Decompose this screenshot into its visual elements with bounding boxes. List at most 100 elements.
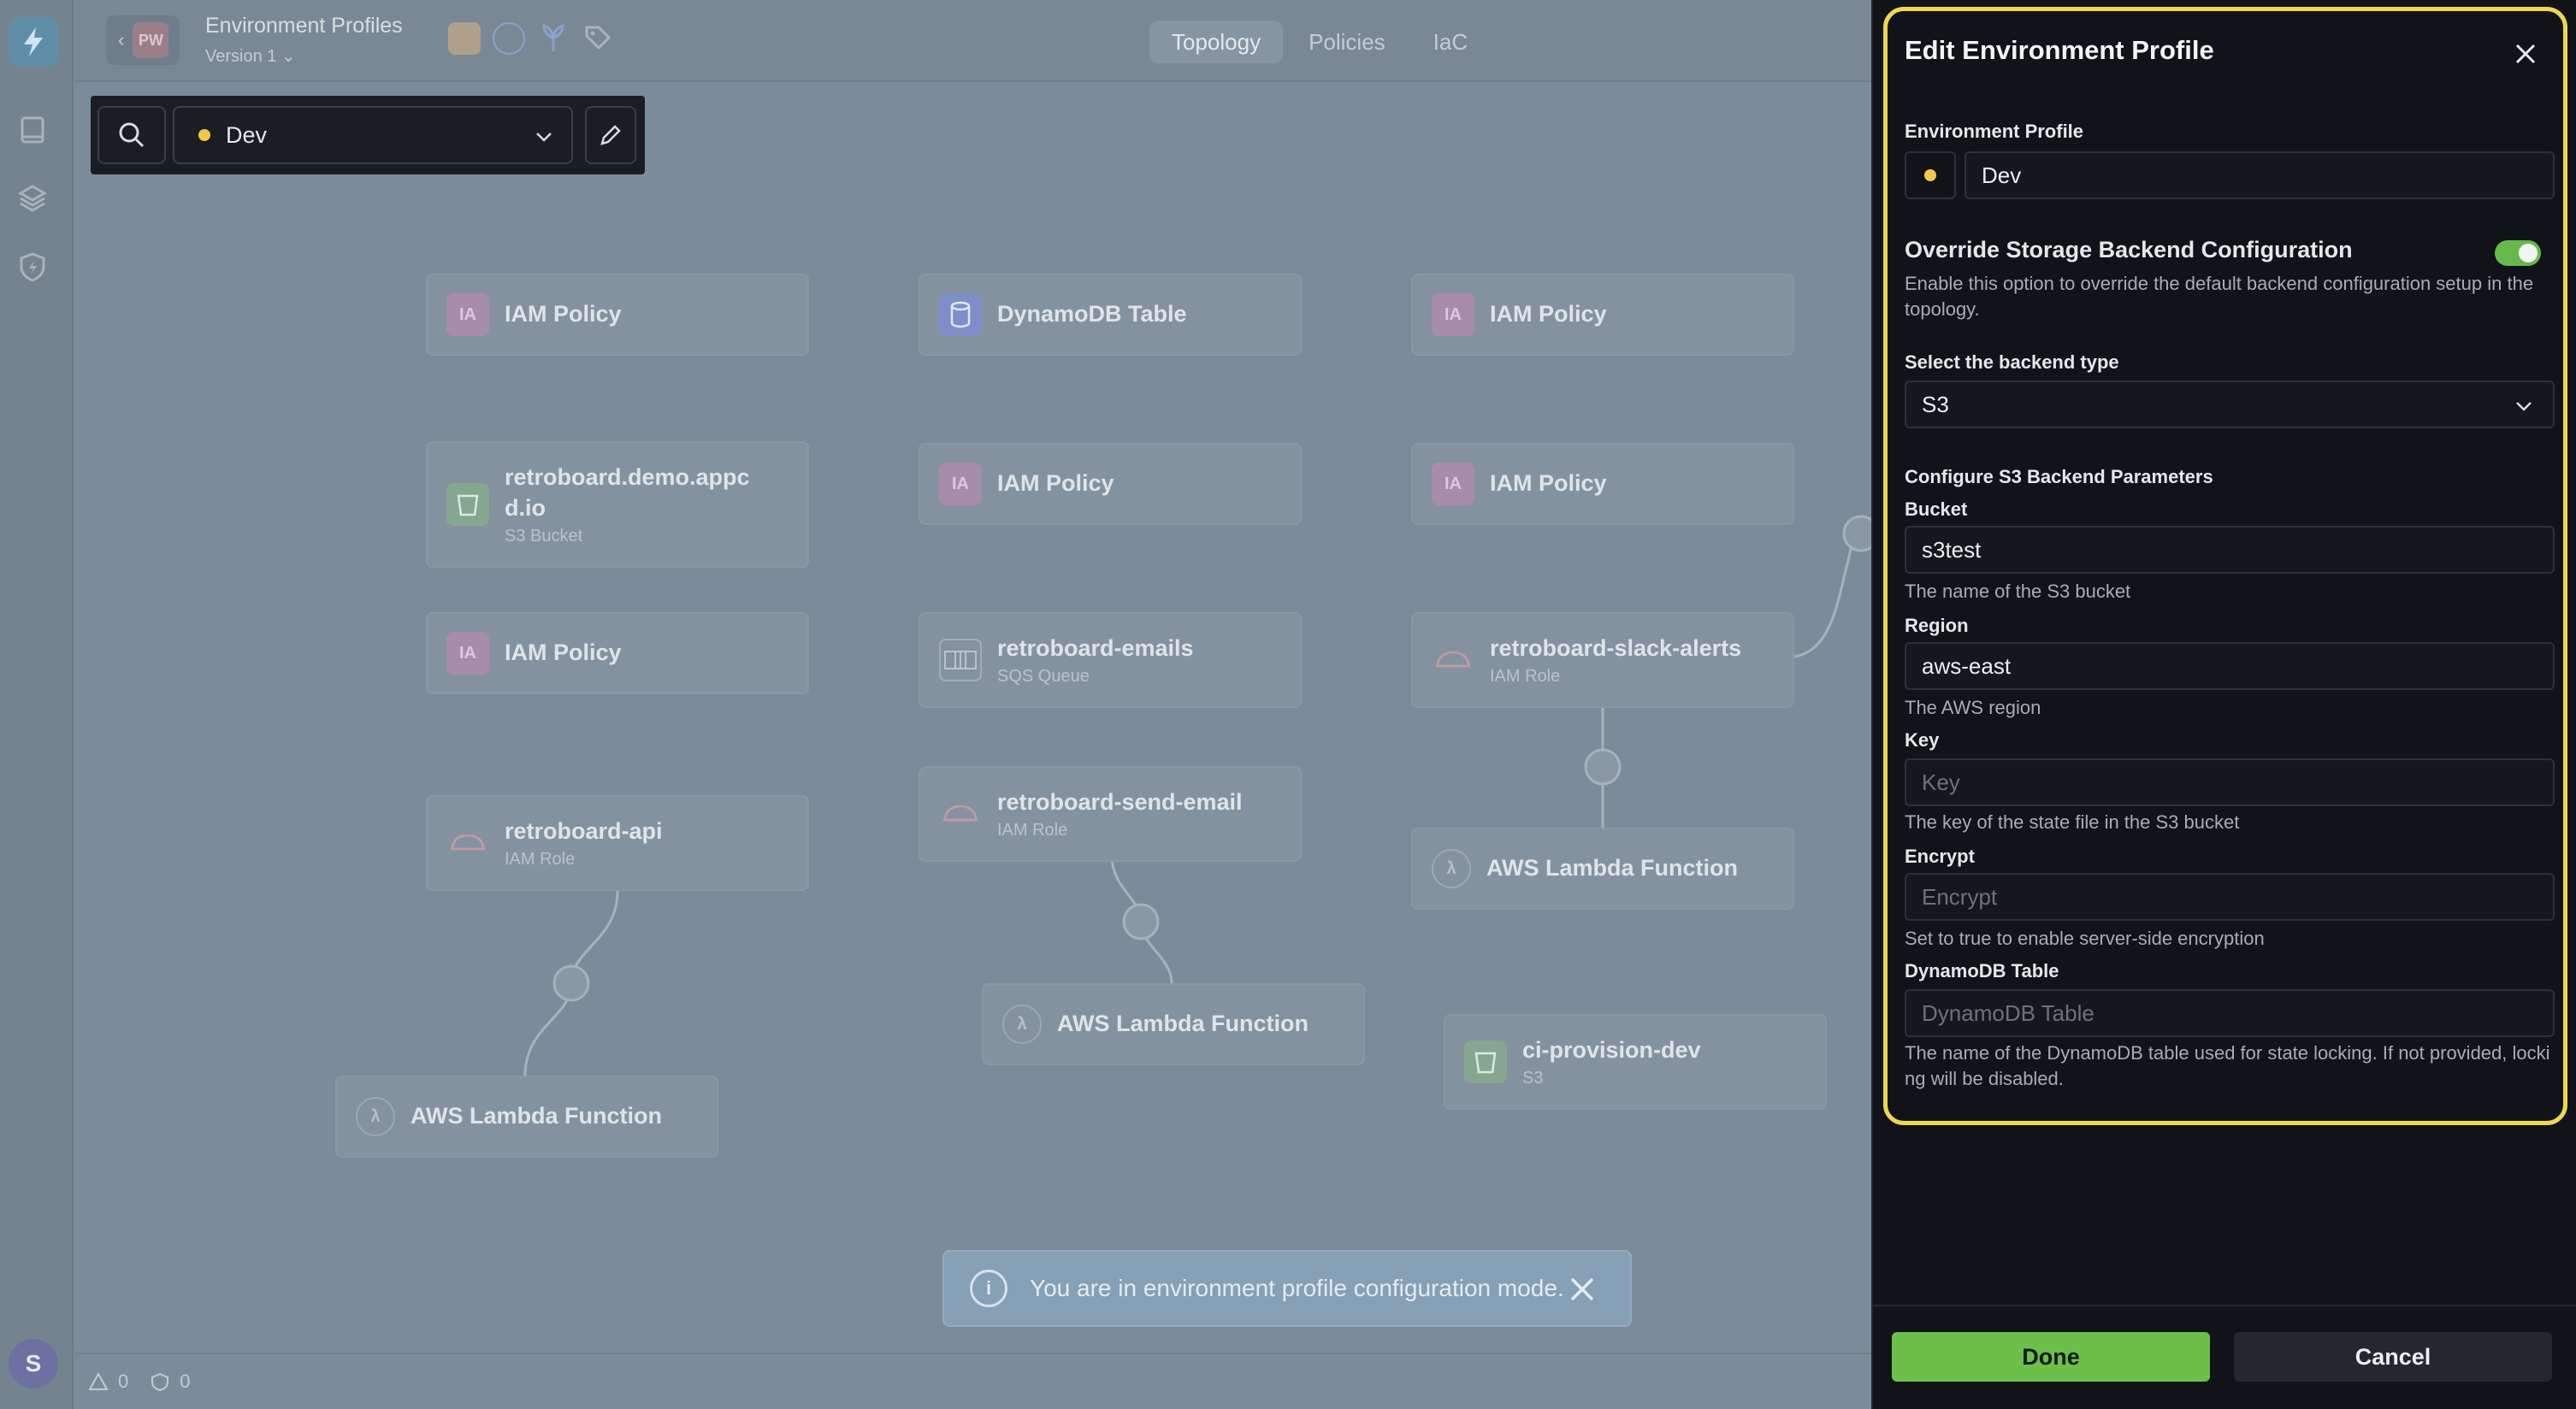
iam-policy-icon: IA [446, 632, 489, 675]
done-button[interactable]: Done [1892, 1332, 2210, 1382]
node-iam-policy[interactable]: IA IAM Policy [1411, 443, 1794, 525]
region-label: Region [1905, 615, 1969, 636]
backend-type-label: Select the backend type [1905, 351, 2119, 373]
node-iam-policy[interactable]: IA IAM Policy [1411, 274, 1794, 356]
key-field[interactable] [1922, 769, 2553, 796]
env-profile-name-field[interactable] [1982, 162, 2553, 189]
cancel-button[interactable]: Cancel [2234, 1332, 2552, 1382]
iam-role-icon [446, 822, 489, 864]
node-sublabel: SQS Queue [997, 667, 1090, 687]
dynamodb-help: The name of the DynamoDB table used for … [1905, 1042, 2550, 1089]
node-label: IAM Policy [997, 470, 1114, 497]
s3-section-label: Configure S3 Backend Parameters [1905, 466, 2213, 487]
dynamodb-icon [939, 293, 982, 336]
node-iam-role[interactable]: retroboard-api IAM Role [426, 795, 809, 891]
dynamodb-field[interactable] [1922, 999, 2553, 1027]
region-help: The AWS region [1905, 697, 2041, 718]
node-label: AWS Lambda Function [1486, 855, 1738, 881]
bucket-help: The name of the S3 bucket [1905, 581, 2131, 602]
encrypt-label: Encrypt [1905, 846, 1975, 867]
dynamodb-input[interactable] [1905, 989, 2555, 1037]
warning-icon [89, 1372, 108, 1390]
node-lambda-function[interactable]: λ AWS Lambda Function [1411, 828, 1794, 910]
panel-title: Edit Environment Profile [1905, 35, 2214, 65]
node-iam-policy[interactable]: IA IAM Policy [919, 443, 1302, 525]
node-sublabel: IAM Role [505, 850, 576, 870]
node-label: retroboard-emails [997, 634, 1194, 661]
env-profile-name-input[interactable] [1964, 151, 2555, 199]
iam-policy-icon: IA [1432, 463, 1474, 505]
bucket-field[interactable] [1922, 536, 2553, 563]
iam-policy-icon: IA [446, 293, 489, 336]
panel-highlighted-section: Edit Environment Profile Environment Pro… [1883, 7, 2567, 1125]
node-label: retroboard-api [505, 817, 663, 844]
dynamodb-label: DynamoDB Table [1905, 960, 2059, 982]
node-lambda-function[interactable]: λ AWS Lambda Function [335, 1076, 718, 1158]
warning-count: 0 [118, 1371, 129, 1392]
chevron-down-icon [2516, 402, 2532, 411]
edit-environment-panel: Edit Environment Profile Environment Pro… [1871, 0, 2576, 1409]
env-profile-label: Environment Profile [1905, 121, 2084, 142]
key-input[interactable] [1905, 758, 2555, 806]
bucket-input[interactable] [1905, 526, 2555, 574]
node-sublabel: IAM Role [1490, 667, 1561, 687]
node-iam-policy[interactable]: IA IAM Policy [426, 612, 809, 694]
node-label: DynamoDB Table [997, 301, 1187, 327]
iam-role-icon [1432, 639, 1474, 681]
iam-policy-icon: IA [939, 463, 982, 505]
node-lambda-function[interactable]: λ AWS Lambda Function [982, 983, 1365, 1065]
error-count: 0 [180, 1371, 191, 1392]
bucket-label: Bucket [1905, 498, 1968, 520]
node-label: AWS Lambda Function [1057, 1011, 1309, 1037]
key-help: The key of the state file in the S3 buck… [1905, 811, 2240, 833]
node-label: AWS Lambda Function [411, 1103, 662, 1129]
node-sublabel: S3 Bucket [505, 526, 583, 545]
node-s3-bucket[interactable]: retroboard.demo.appcd.io S3 Bucket [426, 441, 809, 568]
lambda-icon: λ [1002, 1005, 1042, 1044]
node-iam-role[interactable]: retroboard-send-email IAM Role [919, 766, 1302, 862]
close-icon [2515, 44, 2536, 64]
node-label: retroboard.demo.appcd.io [505, 464, 750, 521]
node-label: IAM Policy [1490, 301, 1607, 327]
node-label: IAM Policy [505, 301, 622, 327]
backend-type-select[interactable]: S3 [1905, 380, 2555, 428]
node-label: ci-provision-dev [1522, 1036, 1701, 1063]
node-iam-role[interactable]: retroboard-slack-alerts IAM Role [1411, 612, 1794, 708]
node-label: IAM Policy [1490, 470, 1607, 497]
error-icon [151, 1372, 169, 1391]
node-dynamodb-table[interactable]: DynamoDB Table [919, 274, 1302, 356]
backend-type-value: S3 [1922, 391, 1949, 417]
s3-bucket-icon [446, 483, 489, 526]
region-input[interactable] [1905, 642, 2555, 690]
toast-message: You are in environment profile configura… [1030, 1275, 1564, 1301]
node-sqs-queue[interactable]: retroboard-emails SQS Queue [919, 612, 1302, 708]
region-field[interactable] [1922, 652, 2553, 680]
close-icon[interactable] [1565, 1272, 1599, 1306]
status-bar: 0 0 [75, 1353, 1871, 1409]
lambda-icon: λ [356, 1097, 395, 1136]
iam-policy-icon: IA [1432, 293, 1474, 336]
key-label: Key [1905, 729, 1940, 751]
encrypt-help: Set to true to enable server-side encryp… [1905, 928, 2265, 949]
node-sublabel: IAM Role [997, 821, 1068, 840]
encrypt-input[interactable] [1905, 873, 2555, 921]
sqs-queue-icon [939, 639, 982, 681]
override-storage-label: Override Storage Backend Configuration [1905, 237, 2353, 262]
node-sublabel: S3 [1522, 1069, 1544, 1088]
s3-bucket-icon [1464, 1041, 1507, 1083]
config-mode-toast: i You are in environment profile configu… [942, 1250, 1632, 1327]
node-iam-policy[interactable]: IA IAM Policy [426, 274, 809, 356]
panel-footer: Done Cancel [1871, 1305, 2576, 1409]
node-label: retroboard-send-email [997, 788, 1243, 815]
app-canvas-area: S ‹ PW Environment Profiles Version 1 ⌄ … [0, 0, 1871, 1409]
env-color-picker[interactable] [1905, 151, 1956, 199]
node-s3-bucket[interactable]: ci-provision-dev S3 [1444, 1014, 1827, 1110]
override-storage-toggle[interactable] [2495, 240, 2541, 266]
iam-role-icon [939, 793, 982, 835]
info-icon: i [970, 1270, 1007, 1307]
node-label: retroboard-slack-alerts [1490, 634, 1742, 661]
env-color-dot [1924, 169, 1936, 181]
encrypt-field[interactable] [1922, 883, 2553, 911]
lambda-icon: λ [1432, 849, 1471, 888]
close-panel-button[interactable] [2508, 37, 2543, 71]
